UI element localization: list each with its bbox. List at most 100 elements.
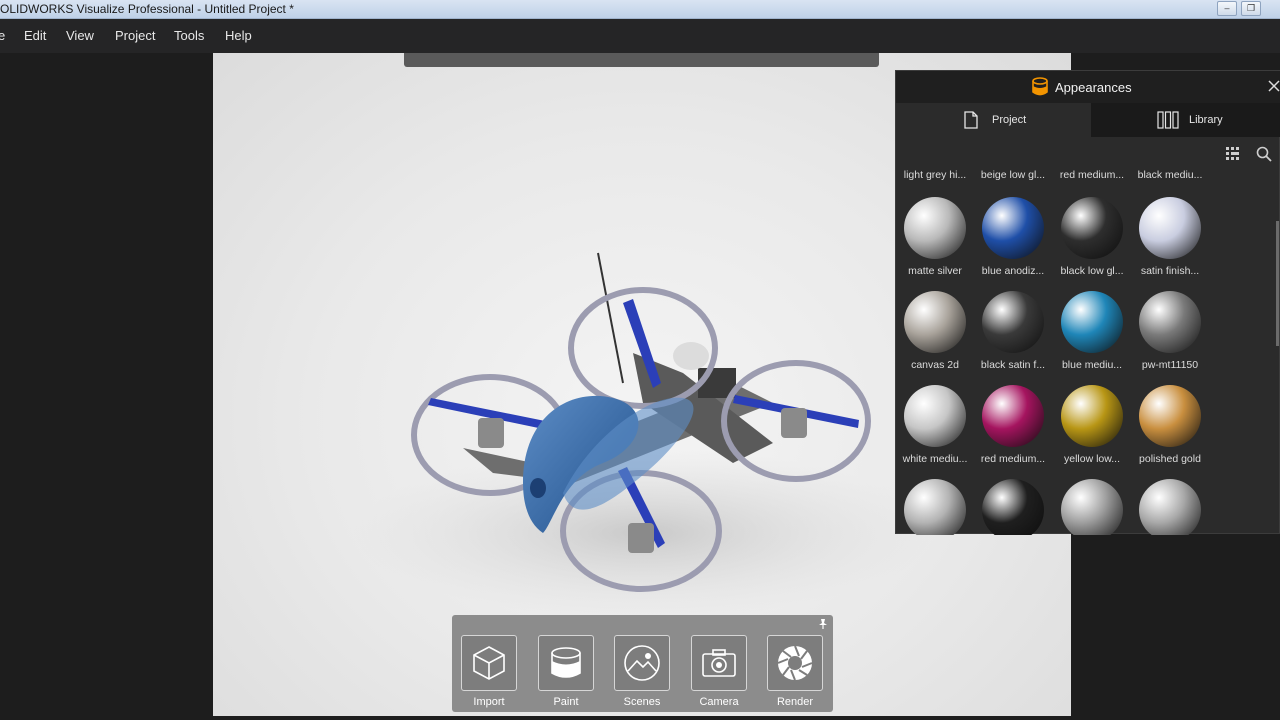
appearances-title: Appearances bbox=[1055, 80, 1132, 95]
paint-can-icon bbox=[1032, 77, 1048, 96]
material-swatch[interactable] bbox=[973, 479, 1053, 535]
material-sphere bbox=[982, 197, 1044, 259]
aperture-icon bbox=[777, 645, 813, 681]
material-swatch[interactable]: matte silver bbox=[896, 197, 975, 277]
scroll-thumb[interactable] bbox=[1276, 221, 1279, 346]
library-icon bbox=[1157, 111, 1179, 129]
material-swatch[interactable]: red medium... bbox=[973, 385, 1053, 465]
material-swatch[interactable]: polished gold bbox=[1130, 385, 1210, 465]
material-sphere bbox=[904, 385, 966, 447]
motor-front bbox=[628, 523, 654, 553]
material-label: black satin f... bbox=[980, 359, 1046, 371]
material-label: red medium... bbox=[980, 453, 1046, 465]
material-sphere bbox=[1139, 197, 1201, 259]
drone-antenna bbox=[597, 252, 624, 384]
tab-library-label: Library bbox=[1189, 114, 1223, 126]
material-swatch[interactable]: yellow low... bbox=[1052, 385, 1132, 465]
material-label: satin finish... bbox=[1140, 265, 1200, 277]
camera-button[interactable]: Camera bbox=[691, 635, 747, 708]
material-label: matte silver bbox=[908, 265, 962, 277]
menu-view[interactable]: View bbox=[66, 28, 94, 43]
tab-project[interactable]: Project bbox=[896, 103, 1091, 137]
material-label: white mediu... bbox=[902, 453, 968, 465]
material-swatch[interactable]: black low gl... bbox=[1052, 197, 1132, 277]
material-swatch[interactable] bbox=[1130, 479, 1210, 535]
material-sphere bbox=[904, 291, 966, 353]
cube-icon bbox=[473, 646, 505, 680]
appearances-header: Appearances bbox=[896, 71, 1280, 103]
import-label: Import bbox=[473, 696, 505, 708]
material-sphere bbox=[904, 479, 966, 535]
view-options-icon[interactable] bbox=[1226, 147, 1240, 161]
material-label: yellow low... bbox=[1063, 453, 1121, 465]
motor-right bbox=[781, 408, 807, 438]
document-icon bbox=[964, 111, 978, 129]
menu-file[interactable]: e bbox=[0, 28, 5, 43]
landscape-icon bbox=[624, 645, 660, 681]
material-label: beige low gl... bbox=[980, 169, 1046, 181]
material-label: polished gold bbox=[1139, 453, 1201, 465]
motor-left bbox=[478, 418, 504, 448]
left-panel bbox=[0, 53, 213, 720]
material-label: canvas 2d bbox=[911, 359, 959, 371]
material-swatch[interactable]: blue mediu... bbox=[1052, 291, 1132, 371]
material-sphere bbox=[904, 197, 966, 259]
materials-grid: light grey hi... beige low gl... red med… bbox=[896, 167, 1280, 535]
material-label: black mediu... bbox=[1137, 169, 1203, 181]
material-sphere bbox=[1061, 291, 1123, 353]
scenes-label: Scenes bbox=[623, 696, 661, 708]
search-icon[interactable] bbox=[1256, 146, 1272, 162]
material-swatch[interactable]: pw-mt11150 bbox=[1130, 291, 1210, 371]
scrollbar[interactable] bbox=[1276, 171, 1280, 531]
material-swatch[interactable]: blue anodiz... bbox=[973, 197, 1053, 277]
tab-library[interactable]: Library bbox=[1091, 103, 1280, 137]
material-label: blue mediu... bbox=[1061, 359, 1123, 371]
drone-camera-lens bbox=[530, 478, 546, 498]
paint-button[interactable]: Paint bbox=[538, 635, 594, 708]
material-label: light grey hi... bbox=[903, 169, 967, 181]
camera-label: Camera bbox=[699, 696, 739, 708]
material-sphere bbox=[1061, 197, 1123, 259]
material-swatch[interactable]: white mediu... bbox=[896, 385, 975, 465]
window-title: OLIDWORKS Visualize Professional - Untit… bbox=[0, 2, 294, 16]
render-label: Render bbox=[776, 696, 814, 708]
close-icon[interactable] bbox=[1267, 79, 1280, 93]
material-sphere bbox=[1139, 479, 1201, 535]
material-swatch[interactable] bbox=[896, 479, 975, 535]
material-swatch[interactable]: satin finish... bbox=[1130, 197, 1210, 277]
scenes-button[interactable]: Scenes bbox=[614, 635, 670, 708]
material-sphere bbox=[1061, 385, 1123, 447]
menu-project[interactable]: Project bbox=[115, 28, 155, 43]
material-sphere bbox=[982, 291, 1044, 353]
tab-project-label: Project bbox=[992, 114, 1027, 126]
paint-can-icon bbox=[551, 647, 581, 678]
material-sphere bbox=[982, 479, 1044, 535]
material-sphere bbox=[1139, 385, 1201, 447]
render-button[interactable]: Render bbox=[767, 635, 823, 708]
material-swatch[interactable] bbox=[1052, 479, 1132, 535]
maximize-button[interactable]: ❐ bbox=[1241, 1, 1261, 16]
appearances-tabs: Project Library bbox=[896, 103, 1280, 137]
import-button[interactable]: Import bbox=[461, 635, 517, 708]
material-label: blue anodiz... bbox=[981, 265, 1045, 277]
menu-edit[interactable]: Edit bbox=[24, 28, 46, 43]
paint-label: Paint bbox=[553, 696, 579, 708]
camera-icon bbox=[702, 649, 736, 677]
material-sphere bbox=[1061, 479, 1123, 535]
material-label: black low gl... bbox=[1060, 265, 1124, 277]
drone-camera-dome bbox=[673, 342, 709, 370]
material-label: red medium... bbox=[1059, 169, 1125, 181]
material-sphere bbox=[1139, 291, 1201, 353]
bottom-toolbar: Import Paint Scenes Camera Render bbox=[452, 615, 833, 712]
material-swatch[interactable]: canvas 2d bbox=[896, 291, 975, 371]
material-sphere bbox=[982, 385, 1044, 447]
minimize-button[interactable]: – bbox=[1217, 1, 1237, 16]
appearances-tools bbox=[896, 137, 1280, 167]
pin-icon[interactable] bbox=[817, 618, 829, 630]
title-bar: OLIDWORKS Visualize Professional - Untit… bbox=[0, 0, 1280, 19]
material-label: pw-mt11150 bbox=[1141, 359, 1199, 371]
menu-tools[interactable]: Tools bbox=[174, 28, 204, 43]
menu-help[interactable]: Help bbox=[225, 28, 252, 43]
material-swatch[interactable]: black satin f... bbox=[973, 291, 1053, 371]
menu-bar: e Edit View Project Tools Help bbox=[0, 19, 1280, 53]
